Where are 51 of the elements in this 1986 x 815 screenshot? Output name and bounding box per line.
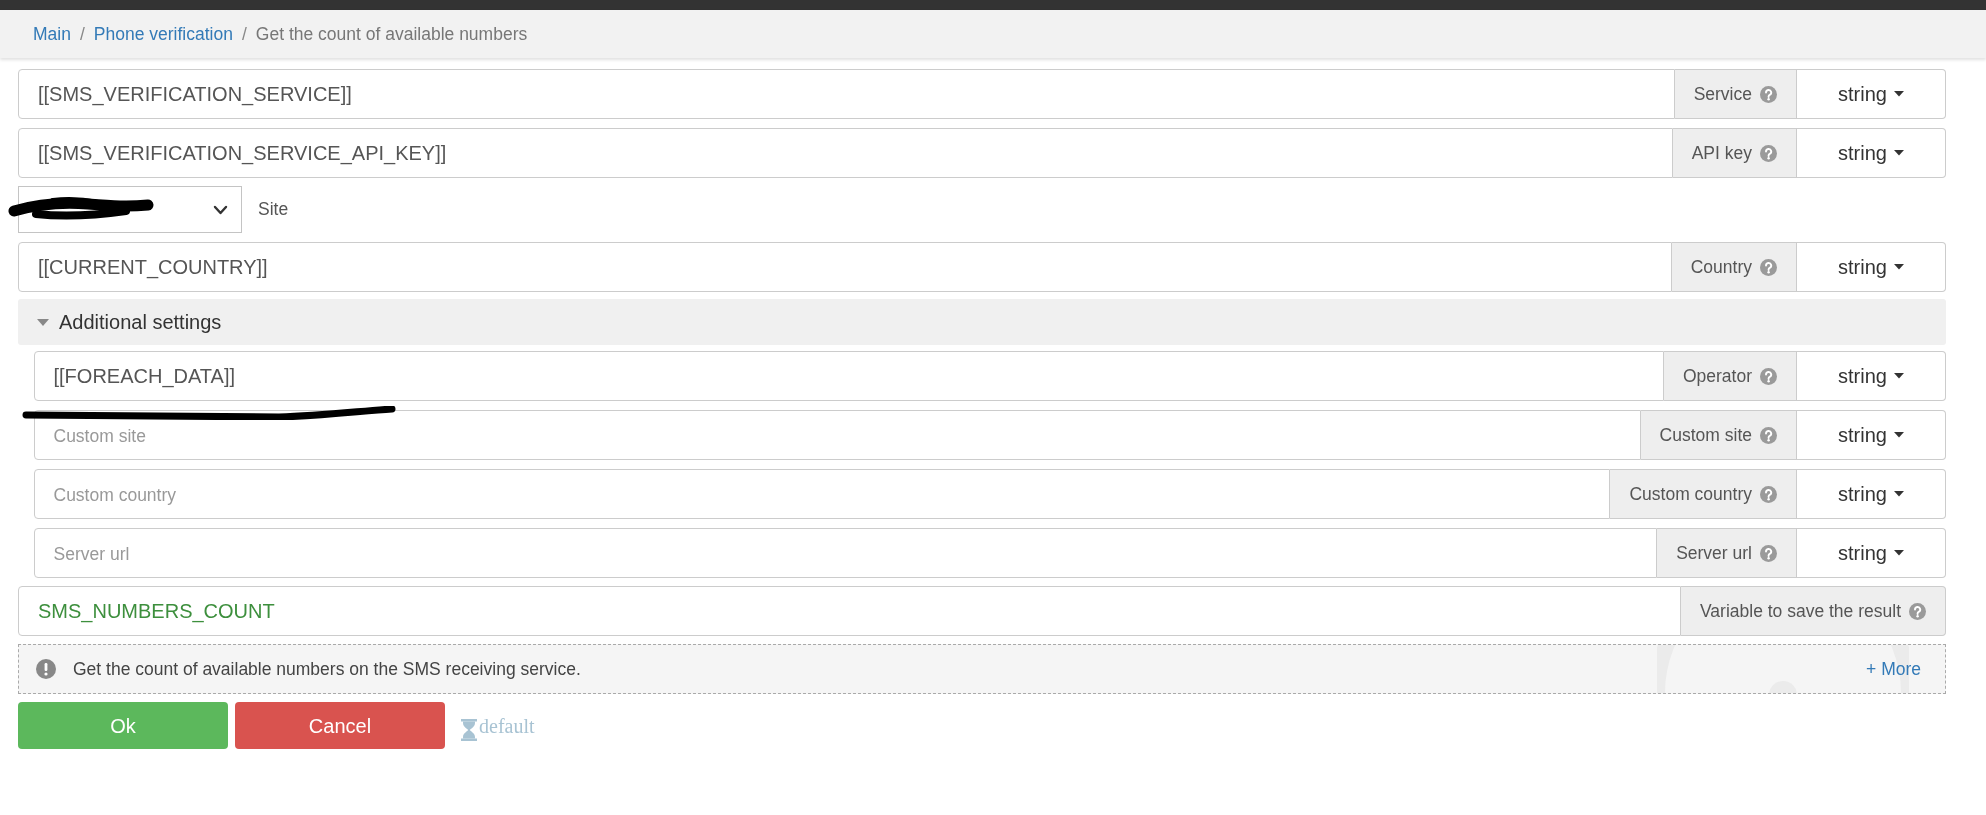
help-icon <box>1760 85 1777 103</box>
field-label: Server url <box>1676 541 1752 565</box>
breadcrumb-separator: / <box>79 22 85 46</box>
caret-icon <box>1893 550 1904 556</box>
cancel-button[interactable]: Cancel <box>235 702 445 749</box>
caret-icon <box>1893 91 1904 97</box>
text-field[interactable]: Custom country <box>33 469 1611 519</box>
select-label: Site <box>258 198 289 222</box>
breadcrumb-link[interactable]: Phone verification <box>93 20 233 48</box>
caret-icon <box>1893 373 1904 379</box>
text-field[interactable]: SMS_NUMBERS_COUNT <box>18 586 1681 636</box>
text-field[interactable]: [[CURRENT_COUNTRY]] <box>18 242 1672 292</box>
hourglass-icon <box>460 718 478 741</box>
type-dropdown[interactable]: string <box>1797 469 1946 519</box>
caret-icon <box>1893 150 1904 156</box>
field-label: Service <box>1693 82 1752 106</box>
additional-settings-toggle[interactable]: Additional settings <box>18 299 1946 345</box>
help-icon <box>1909 602 1926 620</box>
text-field[interactable]: [[SMS_VERIFICATION_SERVICE]] <box>18 69 1675 119</box>
field-label: API key <box>1691 141 1752 165</box>
type-dropdown[interactable]: string <box>1797 528 1946 578</box>
type-dropdown[interactable]: string <box>1797 128 1946 178</box>
help-icon <box>1760 426 1777 444</box>
text-field[interactable]: [[FOREACH_DATA]] <box>33 351 1664 401</box>
help-icon <box>1760 258 1777 276</box>
more-link[interactable]: + More <box>1866 655 1921 683</box>
chevron-down-icon <box>213 204 228 215</box>
help-icon <box>1760 485 1777 503</box>
caret-icon <box>1893 432 1904 438</box>
type-dropdown[interactable]: string <box>1797 69 1946 119</box>
type-dropdown[interactable]: string <box>1797 351 1946 401</box>
caret-icon <box>1893 264 1904 270</box>
type-dropdown[interactable]: string <box>1797 242 1946 292</box>
field-label: Operator <box>1682 364 1752 388</box>
breadcrumb-current: Get the count of available numbers <box>255 22 528 46</box>
field-label: Variable to save the result <box>1699 599 1901 623</box>
text-field[interactable]: Server url <box>33 528 1658 578</box>
field-label: Custom site <box>1659 423 1752 447</box>
text-field[interactable]: Custom site <box>33 410 1641 460</box>
info-text: Get the count of available numbers on the SMS receiving service. <box>73 657 582 681</box>
breadcrumb-link[interactable]: Main <box>33 20 71 48</box>
help-icon <box>1760 544 1777 562</box>
help-icon <box>1760 144 1777 162</box>
field-label: Custom country <box>1629 482 1752 506</box>
exclamation-icon <box>36 659 56 679</box>
breadcrumb-separator: / <box>241 22 247 46</box>
caret-icon <box>1893 491 1904 497</box>
field-label: Country <box>1690 255 1752 279</box>
help-icon <box>1760 367 1777 385</box>
type-dropdown[interactable]: string <box>1797 410 1946 460</box>
text-field[interactable]: [[SMS_VERIFICATION_SERVICE_API_KEY]] <box>18 128 1673 178</box>
